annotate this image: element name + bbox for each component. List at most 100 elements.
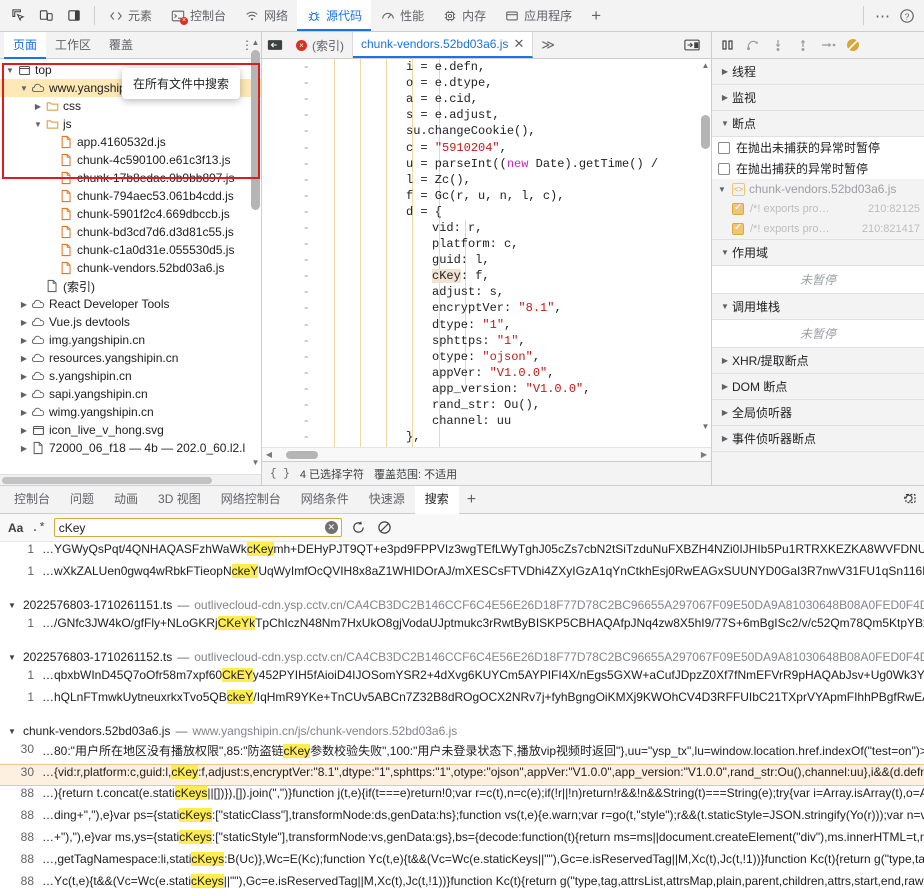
more-options-icon[interactable]: ⋯ — [872, 5, 894, 27]
chevron-right-icon[interactable]: ▶ — [18, 372, 30, 381]
search-result-row[interactable]: 88 …+"),"),e}var ms,ys={staticKeys:["stat… — [0, 830, 924, 852]
popout-editor-icon[interactable] — [679, 38, 705, 52]
editor-scroll-left-icon[interactable]: ◀ — [262, 450, 276, 459]
line-gutter[interactable]: - — [262, 382, 318, 396]
pause-resume-icon[interactable] — [716, 34, 740, 56]
clear-search-icon[interactable]: ✕ — [324, 521, 338, 534]
step-icon[interactable] — [816, 34, 840, 56]
tree-item-chunk-5901f2c4-669dbccb-js[interactable]: chunk-5901f2c4.669dbccb.js — [0, 205, 261, 223]
section-event-listener-breakpoints[interactable]: ▶ 事件侦听器断点 — [712, 426, 924, 452]
chevron-down-icon[interactable]: ▼ — [6, 727, 18, 736]
code-editor[interactable]: - i = e.defn, - o = e.dtype, - a = e.cid, - s =… — [262, 59, 711, 447]
step-out-icon[interactable] — [791, 34, 815, 56]
code-line[interactable]: - otype: "ojson", — [262, 349, 711, 365]
scroll-up-arrow-icon[interactable]: ▲ — [251, 38, 260, 47]
drawer-tab-quick-source[interactable]: 快速源 — [359, 486, 415, 513]
code-line[interactable]: - app_version: "V1.0.0", — [262, 381, 711, 397]
breakpoint-enabled-checkbox[interactable] — [732, 202, 744, 215]
nav-tab-page[interactable]: 页面 — [4, 31, 47, 59]
step-over-icon[interactable] — [741, 34, 765, 56]
line-gutter[interactable]: - — [262, 76, 318, 90]
match-case-button[interactable]: Aa — [8, 521, 23, 535]
device-toolbar-icon[interactable] — [36, 6, 56, 26]
code-line[interactable]: - dtype: "1", — [262, 317, 711, 333]
editor-scroll-down-icon[interactable]: ▼ — [701, 422, 710, 431]
tree-item-chunk-bd3cd7d6-d3d81c55-js[interactable]: chunk-bd3cd7d6.d3d81c55.js — [0, 223, 261, 241]
navigator-vscroll-thumb[interactable] — [251, 50, 260, 210]
dock-side-icon[interactable] — [64, 6, 84, 26]
nav-tab-workspace[interactable]: 工作区 — [46, 32, 100, 58]
tree-item-chunk-4c590100-e61c3f13-js[interactable]: chunk-4c590100.e61c3f13.js — [0, 151, 261, 169]
code-line[interactable]: - platform: c, — [262, 236, 711, 252]
tab-sources[interactable]: 源代码 — [297, 0, 372, 31]
tree-item-sapi-yangshipin-cn[interactable]: ▶ sapi.yangshipin.cn — [0, 385, 261, 403]
breakpoint-item[interactable]: /*! exports pro… 210:82125 — [712, 199, 924, 219]
chevron-down-icon[interactable]: ▼ — [4, 66, 16, 75]
line-gutter[interactable]: - — [262, 398, 318, 412]
editor-horizontal-scrollbar[interactable]: ◀ ▶ — [262, 447, 711, 461]
breakpoint-enabled-checkbox[interactable] — [732, 222, 744, 235]
line-gutter[interactable]: - — [262, 237, 318, 251]
section-call-stack[interactable]: ▼ 调用堆栈 — [712, 294, 924, 320]
chevron-right-icon[interactable]: ▶ — [18, 354, 30, 363]
tree-item-s-yangshipin-cn[interactable]: ▶ s.yangshipin.cn — [0, 367, 261, 385]
line-gutter[interactable]: - — [262, 334, 318, 348]
editor-tabs-more-button[interactable]: ≫ — [533, 32, 563, 58]
clear-results-icon[interactable] — [376, 519, 394, 537]
line-gutter[interactable]: - — [262, 350, 318, 364]
search-result-row[interactable]: 1 …/GNfc3JW4kO/gfFly+NLoGKRjCKeYkTpChIczN… — [0, 616, 924, 638]
line-gutter[interactable]: - — [262, 92, 318, 106]
navigator-hscroll-thumb[interactable] — [2, 477, 212, 484]
pause-caught-exceptions-row[interactable]: 在抛出捕获的异常时暂停 — [712, 158, 924, 179]
search-input[interactable] — [53, 518, 342, 537]
help-icon[interactable]: ? — [896, 5, 918, 27]
line-gutter[interactable]: - — [262, 269, 318, 283]
code-line[interactable]: - adjust: s, — [262, 284, 711, 300]
pause-uncaught-checkbox[interactable] — [718, 141, 730, 154]
section-watch[interactable]: ▶ 监视 — [712, 85, 924, 111]
line-gutter[interactable]: - — [262, 285, 318, 299]
result-group-header[interactable]: ▼ 2022576803-1710261152.ts — outlivecloud-c… — [0, 646, 924, 668]
pause-uncaught-exceptions-row[interactable]: 在抛出未捕获的异常时暂停 — [712, 137, 924, 158]
section-breakpoints[interactable]: ▼ 断点 — [712, 111, 924, 137]
line-gutter[interactable]: - — [262, 124, 318, 138]
tree-item-chunk-17b8edac-0b9bb897-js[interactable]: chunk-17b8edac.0b9bb897.js — [0, 169, 261, 187]
code-line[interactable]: - l = Zc(), — [262, 172, 711, 188]
tab-elements[interactable]: 元素 — [99, 0, 161, 31]
line-gutter[interactable]: - — [262, 366, 318, 380]
drawer-tab-network-console[interactable]: 网络控制台 — [211, 486, 291, 513]
tree-item-img-yangshipin-cn[interactable]: ▶ img.yangshipin.cn — [0, 331, 261, 349]
line-gutter[interactable]: - — [262, 157, 318, 171]
drawer-tab-3d-view[interactable]: 3D 视图 — [148, 486, 211, 513]
line-gutter[interactable]: - — [262, 253, 318, 267]
close-icon[interactable]: ✕ — [513, 36, 524, 52]
tab-performance[interactable]: 性能 — [371, 0, 433, 31]
code-line[interactable]: - cKey: f, — [262, 268, 711, 284]
drawer-tab-search[interactable]: 搜索 — [414, 485, 459, 514]
editor-tab-index[interactable]: × (索引) — [288, 32, 353, 58]
section-scope[interactable]: ▼ 作用域 — [712, 240, 924, 266]
editor-scroll-right-icon[interactable]: ▶ — [697, 450, 711, 459]
chevron-down-icon[interactable]: ▼ — [32, 120, 44, 129]
line-gutter[interactable]: - — [262, 60, 318, 74]
tree-item-wimg-yangshipin-cn[interactable]: ▶ wimg.yangshipin.cn — [0, 403, 261, 421]
line-gutter[interactable]: - — [262, 173, 318, 187]
search-result-row[interactable]: 30 …80:"用户所在地区没有播放权限",85:"防盗链cKey参数校验失败",… — [0, 742, 924, 764]
tree-item-css[interactable]: ▶ css — [0, 97, 261, 115]
inspect-element-icon[interactable] — [8, 6, 28, 26]
tree-item-chunk-c1a0d31e-055530d5-js[interactable]: chunk-c1a0d31e.055530d5.js — [0, 241, 261, 259]
drawer-tab-animations[interactable]: 动画 — [104, 486, 148, 513]
tree-item-resources-yangshipin-cn[interactable]: ▶ resources.yangshipin.cn — [0, 349, 261, 367]
tree-item-react-developer-tools[interactable]: ▶ React Developer Tools — [0, 295, 261, 313]
line-gutter[interactable]: - — [262, 189, 318, 203]
navigator-horizontal-scrollbar[interactable] — [0, 474, 261, 485]
line-gutter[interactable]: - — [262, 141, 318, 155]
regex-button[interactable]: .* — [31, 521, 45, 535]
line-gutter[interactable]: - — [262, 318, 318, 332]
drawer-add-tab-button[interactable]: + — [459, 491, 484, 509]
code-line[interactable]: - d = { — [262, 204, 711, 220]
chevron-down-icon[interactable]: ▼ — [6, 653, 18, 662]
chevron-down-icon[interactable]: ▼ — [18, 84, 30, 93]
search-result-row[interactable]: 88 …,getTagNamespace:li,staticKeys:B(Uc)}… — [0, 852, 924, 874]
chevron-right-icon[interactable]: ▶ — [18, 426, 30, 435]
